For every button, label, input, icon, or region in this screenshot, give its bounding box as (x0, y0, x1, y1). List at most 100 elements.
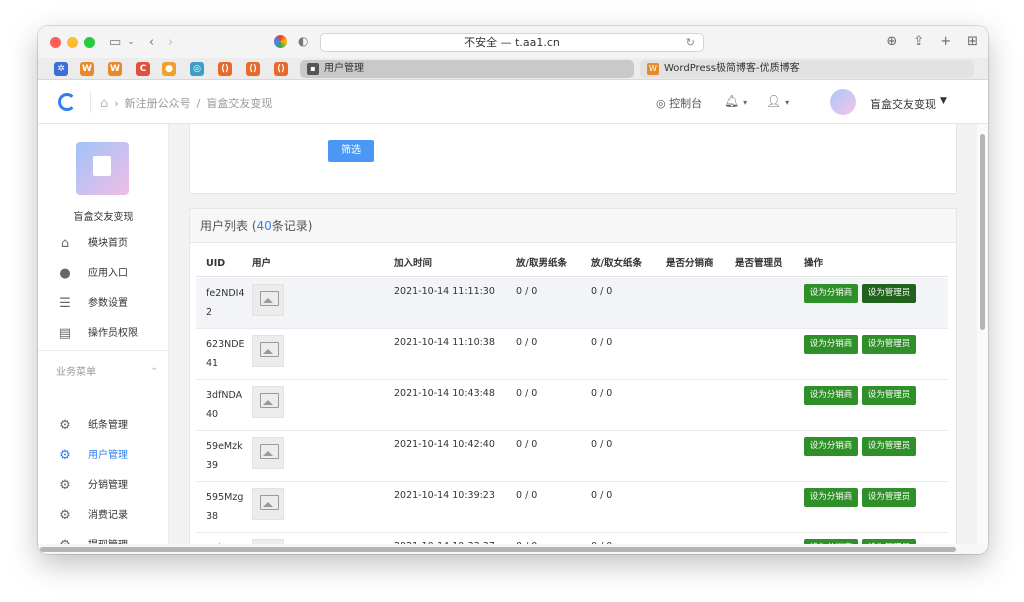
sidebar-item[interactable]: ▤ 操作员权限 (38, 319, 169, 349)
location-icon[interactable]: ● (162, 62, 176, 76)
column-header: 是否管理员 (735, 258, 783, 269)
back-icon[interactable]: ‹ (149, 35, 154, 50)
sidebar-item[interactable]: ⌂ 模块首页 (38, 229, 169, 259)
breadcrumb-item[interactable]: 新注册公众号 (125, 95, 191, 111)
vertical-scrollbar[interactable] (977, 124, 988, 544)
main-content: 筛选 用户列表 (40条记录) UID 用户 加入时间 放/取男纸条 放/取女纸条 是否分… (169, 124, 977, 544)
caret-down-icon: ▾ (743, 98, 748, 107)
chevron-down-icon[interactable]: ⌄ (127, 37, 135, 47)
chat-icon: ● (59, 266, 71, 281)
console-label: 控制台 (669, 97, 703, 110)
set-distributor-button[interactable]: 设为分销商 (804, 284, 858, 303)
join-time-cell: 2021-10-14 11:10:38 (394, 337, 495, 348)
table-row: 3dfNDA40 2021-10-14 10:43:48 0 / 0 0 / 0 设为分… (196, 380, 948, 431)
paw-icon[interactable]: ✲ (54, 62, 68, 76)
account-name[interactable]: 盲盒交友变现 (870, 96, 936, 112)
gear-icon: ⚙ (59, 508, 71, 523)
caret-down-icon[interactable]: ▼ (940, 96, 947, 106)
share-icon[interactable]: ⇪ (913, 34, 924, 49)
window-controls (50, 36, 95, 48)
forward-icon[interactable]: › (168, 35, 173, 50)
gear-icon: ⚙ (59, 478, 71, 493)
new-tab-icon[interactable]: + (940, 34, 951, 49)
console-link[interactable]: ◎ 控制台 (656, 95, 702, 111)
sidebar-item-label: 分销管理 (88, 480, 128, 491)
set-distributor-button[interactable]: 设为分销商 (804, 437, 858, 456)
set-admin-button[interactable]: 设为管理员 (862, 488, 916, 507)
scrollbar-thumb[interactable] (40, 547, 956, 552)
code-icon[interactable]: ⟨⟩ (218, 62, 232, 76)
set-distributor-button[interactable]: 设为分销商 (804, 335, 858, 354)
dashboard-icon: ◎ (656, 97, 666, 110)
breadcrumb: ⌂ › 新注册公众号 / 盲盒交友变现 (100, 95, 272, 111)
set-distributor-button[interactable]: 设为分销商 (804, 386, 858, 405)
breadcrumb-item[interactable]: 盲盒交友变现 (206, 95, 272, 111)
sidebar-item[interactable]: ⚙ 纸条管理 (38, 411, 169, 441)
female-notes-cell: 0 / 0 (591, 337, 613, 348)
column-header: 用户 (252, 258, 272, 269)
sidebar-item[interactable]: ● 应用入口 (38, 259, 169, 289)
sidebar-item[interactable]: ⚙ 分销管理 (38, 471, 169, 501)
sidebar-item[interactable]: ⚙ 消费记录 (38, 501, 169, 531)
notification-menu[interactable]: 🔔︎ ▾ (724, 94, 747, 108)
w-icon[interactable]: W (80, 62, 94, 76)
user-avatar-placeholder-icon (252, 488, 284, 520)
user-menu[interactable]: 👤︎ ▾ (766, 94, 789, 108)
app-logo-icon[interactable] (58, 93, 76, 111)
address-text: 不安全 — t.aa1.cn (464, 36, 560, 49)
code-icon[interactable]: ⟨⟩ (274, 62, 288, 76)
sidebar-toggle-icon[interactable]: ▭ (109, 35, 121, 50)
user-avatar-placeholder-icon (252, 437, 284, 469)
circle-icon[interactable]: ◎ (190, 62, 204, 76)
table-row: 595Mzg38 2021-10-14 10:39:23 0 / 0 0 / 0 设为分… (196, 482, 948, 533)
filter-button[interactable]: 筛选 (328, 140, 374, 162)
set-distributor-button[interactable]: 设为分销商 (804, 488, 858, 507)
scrollbar-thumb[interactable] (980, 134, 985, 330)
browser-actions: ⊕ ⇪ + ⊞ (886, 34, 978, 49)
list-title-suffix: 条记录) (271, 219, 313, 233)
table-row: 59eMzk39 2021-10-14 10:42:40 0 / 0 0 / 0 设为分… (196, 431, 948, 482)
download-icon[interactable]: ⊕ (886, 34, 897, 49)
horizontal-scrollbar[interactable] (38, 544, 988, 554)
reload-icon[interactable]: ↻ (686, 34, 695, 51)
gear-icon: ⚙ (59, 418, 71, 433)
list-icon: ☰ (59, 296, 71, 311)
extension-icon[interactable] (274, 35, 287, 48)
female-notes-cell: 0 / 0 (591, 439, 613, 450)
tab-label: 用户管理 (324, 63, 364, 74)
user-avatar-placeholder-icon (252, 335, 284, 367)
chevron-down-icon[interactable]: ⌄ (150, 362, 158, 373)
code-icon[interactable]: ⟨⟩ (246, 62, 260, 76)
table-row: 42bMzc2021-10-14 10:33:370 / 00 / 0设为分销商… (196, 533, 948, 544)
tab-favicon-icon: ▪ (307, 63, 319, 75)
close-window-button[interactable] (50, 36, 61, 48)
c-icon[interactable]: C (136, 62, 150, 76)
sidebar-item-label: 应用入口 (88, 268, 128, 279)
browser-window: ▭ ⌄ ‹ › ◐ 不安全 — t.aa1.cn ↻ ⊕ ⇪ + ⊞ ✲ W W C ●… (38, 26, 988, 554)
sidebar-item[interactable]: ☰ 参数设置 (38, 289, 169, 319)
set-admin-button[interactable]: 设为管理员 (862, 335, 916, 354)
shield-icon[interactable]: ◐ (298, 34, 308, 48)
app-logo-image (76, 142, 129, 195)
sidebar-item[interactable]: ⚙ 用户管理 (38, 441, 169, 471)
list-title: 用户列表 (40条记录) (190, 209, 956, 243)
sidebar-app-name: 盲盒交友变现 (73, 212, 134, 223)
w-icon[interactable]: W (108, 62, 122, 76)
male-notes-cell: 0 / 0 (516, 439, 538, 450)
home-icon[interactable]: ⌂ (100, 96, 108, 111)
male-notes-cell: 0 / 0 (516, 337, 538, 348)
zoom-window-button[interactable] (84, 36, 95, 48)
address-bar[interactable]: 不安全 — t.aa1.cn ↻ (320, 33, 704, 52)
sidebar-item-label: 模块首页 (88, 238, 128, 249)
avatar[interactable] (830, 89, 856, 115)
set-admin-button[interactable]: 设为管理员 (862, 386, 916, 405)
tab-wordpress[interactable]: W WordPress极简博客-优质博客 (640, 60, 974, 78)
minimize-window-button[interactable] (67, 36, 78, 48)
tab-user-management[interactable]: ▪ 用户管理 (300, 60, 634, 78)
set-admin-button[interactable]: 设为管理员 (862, 437, 916, 456)
user-avatar-placeholder-icon (252, 284, 284, 316)
tab-overview-icon[interactable]: ⊞ (967, 34, 978, 49)
set-admin-button[interactable]: 设为管理员 (862, 284, 916, 303)
uid-cell: 595Mzg38 (206, 492, 244, 522)
sidebar-item-label: 操作员权限 (88, 328, 138, 339)
